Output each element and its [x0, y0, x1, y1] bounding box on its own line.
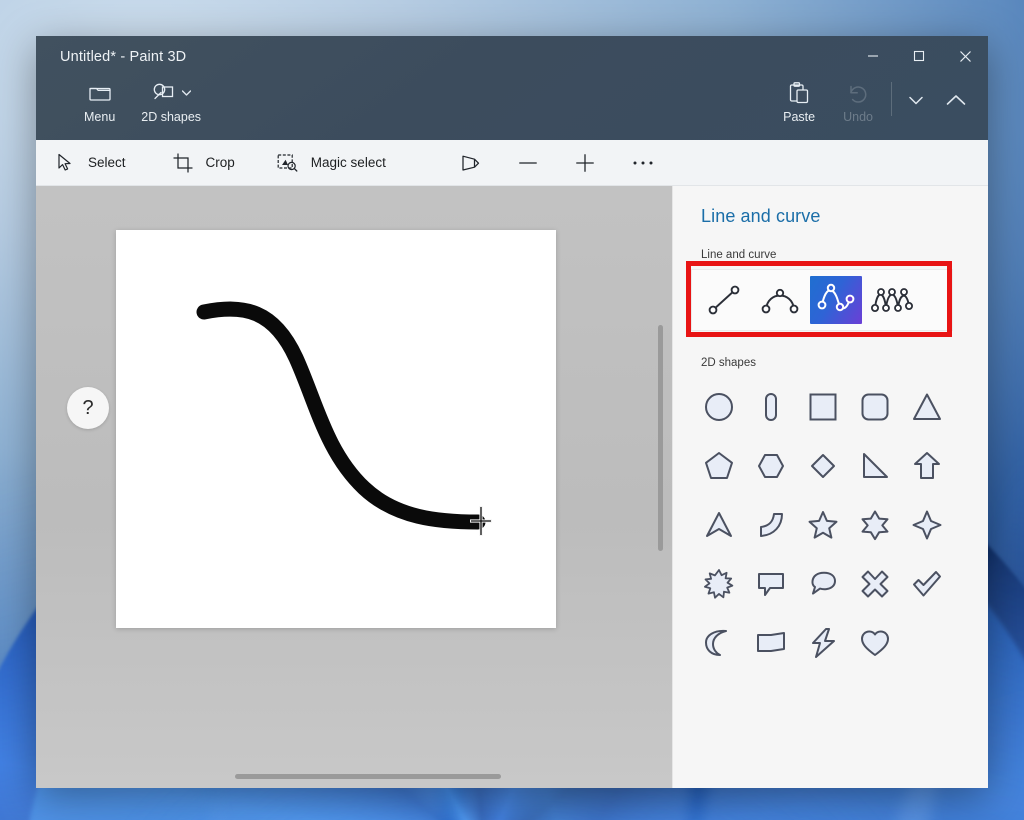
paint3d-window: Untitled* - Paint 3D Menu 2D shapes Past…	[36, 36, 988, 788]
straight-line-tool[interactable]	[698, 276, 750, 324]
2d-shapes-grid	[693, 379, 969, 670]
five-point-star-shape[interactable]	[797, 497, 849, 552]
chevron-down-icon	[909, 96, 923, 104]
expand-ribbon-button[interactable]	[936, 80, 976, 120]
straight-line-icon	[708, 285, 740, 315]
maximize-icon	[913, 50, 925, 62]
up-arrow-shape[interactable]	[901, 438, 953, 493]
line-and-curve-row	[691, 269, 953, 331]
select-tool-button[interactable]: Select	[54, 152, 126, 174]
two-curve-tool[interactable]	[810, 276, 862, 324]
command-bar: Select Crop Magic select	[36, 140, 988, 186]
help-button-label: ?	[82, 396, 94, 419]
chevron-up-icon	[946, 95, 966, 105]
2d-shapes-icon-group	[151, 80, 192, 106]
wave-curve-icon	[871, 288, 914, 312]
undo-button-label: Undo	[843, 110, 873, 124]
menu-button-label: Menu	[84, 110, 116, 124]
caption-button-group	[850, 36, 988, 76]
line-and-curve-group	[686, 261, 961, 337]
moon-shape[interactable]	[693, 615, 745, 670]
rounded-square-shape[interactable]	[849, 379, 901, 434]
ribbon-more-button[interactable]	[896, 80, 936, 120]
window-title: Untitled* - Paint 3D	[60, 49, 187, 65]
wave-curve-tool[interactable]	[866, 276, 918, 324]
workspace: ? Line and curve Line and curve 2D shape…	[36, 186, 988, 788]
square-shape[interactable]	[797, 379, 849, 434]
vertical-scrollbar[interactable]	[658, 325, 663, 551]
more-options-icon[interactable]	[632, 152, 654, 174]
drawing-canvas[interactable]	[116, 230, 556, 628]
banner-shape[interactable]	[745, 615, 797, 670]
chevron-down-icon[interactable]	[182, 90, 192, 96]
canvas-area[interactable]: ?	[36, 186, 672, 788]
check-shape[interactable]	[901, 556, 953, 611]
chevron-shape[interactable]	[693, 497, 745, 552]
undo-button: Undo	[843, 80, 873, 124]
diamond-shape[interactable]	[797, 438, 849, 493]
2d-shapes-button-label: 2D shapes	[141, 110, 202, 124]
paste-button-label: Paste	[783, 110, 816, 124]
six-point-star-shape[interactable]	[849, 497, 901, 552]
ribbon-separator	[891, 82, 892, 116]
rounded-capsule-shape[interactable]	[745, 379, 797, 434]
magic-select-icon	[277, 152, 299, 174]
crosshair-cursor	[470, 506, 492, 536]
zoom-in-icon[interactable]	[574, 152, 596, 174]
horizontal-scrollbar[interactable]	[235, 774, 501, 779]
cross-shape[interactable]	[849, 556, 901, 611]
paste-icon	[788, 80, 810, 106]
hexagon-shape[interactable]	[745, 438, 797, 493]
rectangular-callout-shape[interactable]	[745, 556, 797, 611]
heart-shape[interactable]	[849, 615, 901, 670]
close-icon	[959, 50, 971, 62]
starburst-shape[interactable]	[693, 556, 745, 611]
minimize-button[interactable]	[850, 36, 896, 76]
crop-icon	[172, 152, 194, 174]
triangle-shape[interactable]	[901, 379, 953, 434]
cursor-select-icon	[54, 152, 76, 174]
panel-title: Line and curve	[701, 206, 821, 226]
pentagon-shape[interactable]	[693, 438, 745, 493]
select-tool-label: Select	[88, 155, 126, 170]
fit-to-view-icon[interactable]	[459, 152, 481, 174]
paste-button[interactable]: Paste	[783, 80, 815, 124]
title-bar[interactable]: Untitled* - Paint 3D Menu 2D shapes Past…	[36, 36, 988, 140]
2d-shapes-button[interactable]: 2D shapes	[141, 80, 201, 124]
folder-icon	[88, 80, 112, 106]
lightning-shape[interactable]	[797, 615, 849, 670]
two-point-curve-icon	[817, 283, 855, 312]
magic-select-label: Magic select	[310, 155, 386, 170]
help-button[interactable]: ?	[67, 387, 109, 429]
one-point-curve-icon	[761, 288, 799, 314]
line-and-curve-section-label: Line and curve	[701, 249, 777, 261]
crop-tool-button[interactable]: Crop	[172, 152, 235, 174]
four-point-star-shape[interactable]	[901, 497, 953, 552]
zoom-out-icon[interactable]	[517, 152, 539, 174]
quarter-arc-shape[interactable]	[745, 497, 797, 552]
undo-icon	[846, 80, 870, 106]
minimize-icon	[868, 55, 878, 57]
close-button[interactable]	[942, 36, 988, 76]
one-curve-tool[interactable]	[754, 276, 806, 324]
maximize-button[interactable]	[896, 36, 942, 76]
right-triangle-shape[interactable]	[849, 438, 901, 493]
crop-tool-label: Crop	[205, 155, 235, 170]
horizontal-scrollbar-track	[36, 762, 672, 788]
canvas-drawing	[196, 301, 486, 530]
tool-panel: Line and curve Line and curve 2D shapes	[672, 186, 988, 788]
menu-button[interactable]: Menu	[84, 80, 115, 124]
magic-select-button[interactable]: Magic select	[277, 152, 386, 174]
circle-shape[interactable]	[693, 379, 745, 434]
ribbon-right-group: Paste Undo	[769, 80, 976, 124]
2d-shapes-icon	[153, 83, 174, 100]
ribbon-left-group: Menu 2D shapes	[84, 80, 201, 124]
2d-shapes-section-label: 2D shapes	[701, 357, 756, 369]
thought-callout-shape[interactable]	[797, 556, 849, 611]
